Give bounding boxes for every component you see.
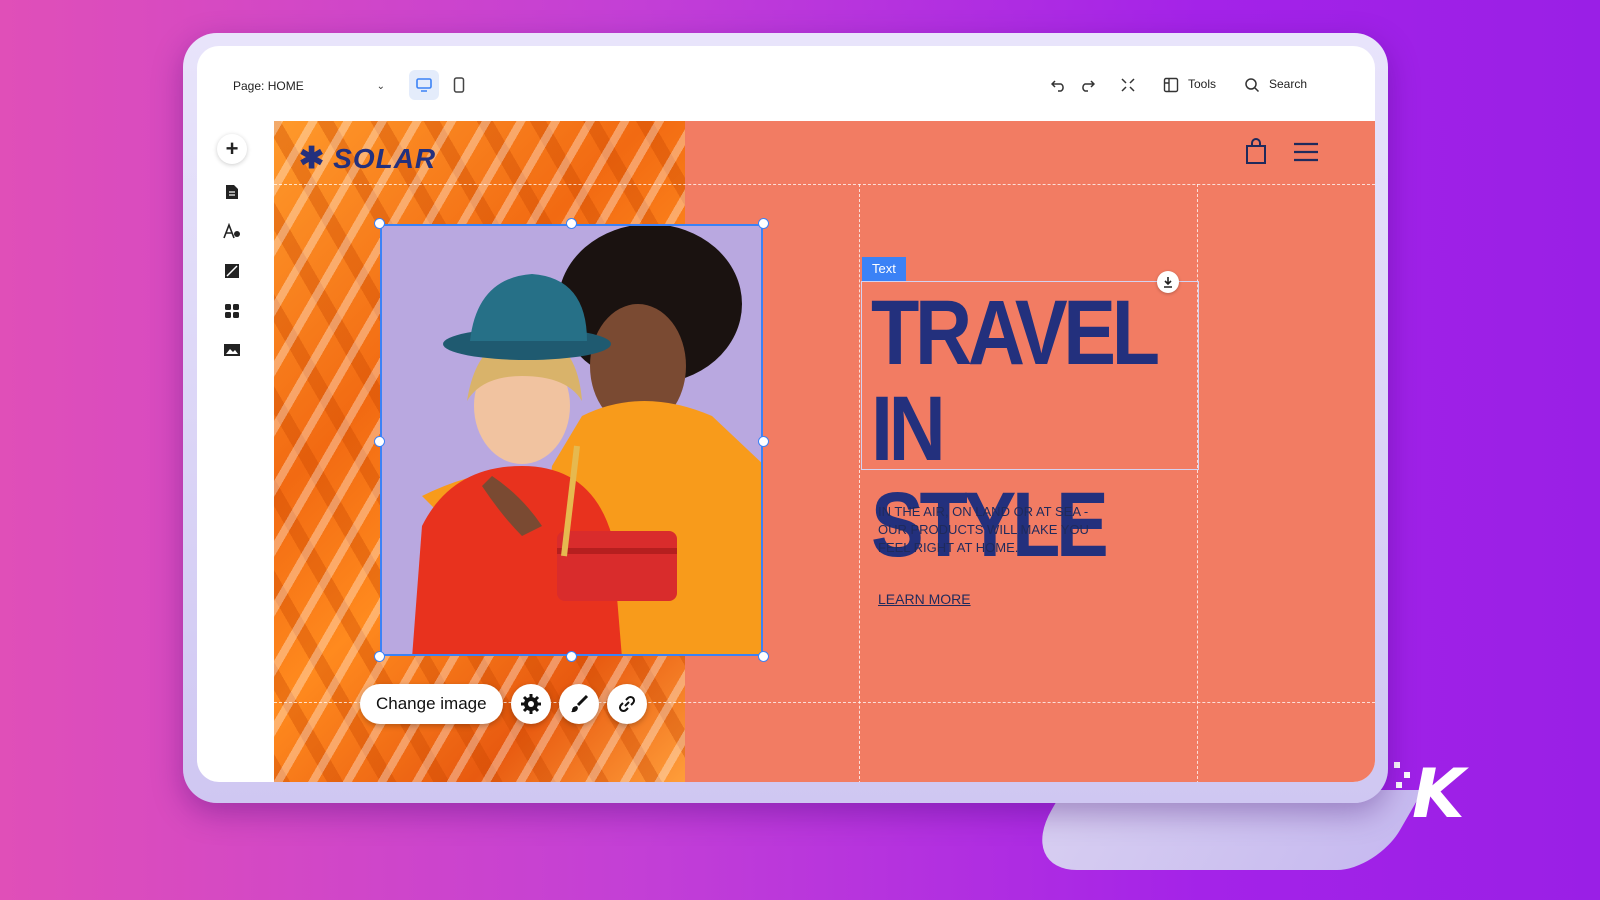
tools-label[interactable]: Tools: [1188, 77, 1216, 91]
resize-handle-ml[interactable]: [374, 436, 385, 447]
site-logo[interactable]: ✱ SOLAR: [299, 141, 436, 176]
models-photo: [382, 226, 761, 654]
logo-text: SOLAR: [333, 142, 437, 174]
search-icon: [1245, 78, 1260, 93]
bag-icon[interactable]: [1244, 137, 1268, 165]
undo-icon: [1051, 80, 1064, 92]
editor-topbar: Page: HOME ⌄ Tools Search: [197, 46, 1375, 122]
search-label[interactable]: Search: [1269, 77, 1307, 91]
desktop-icon: [416, 78, 432, 92]
background-icon: [225, 264, 239, 278]
change-image-button[interactable]: Change image: [360, 684, 503, 724]
body-text[interactable]: IN THE AIR, ON LAND OR AT SEA - OUR PROD…: [878, 503, 1118, 557]
learn-more-link[interactable]: LEARN MORE: [878, 591, 971, 607]
guide-line-col-left: [859, 184, 860, 782]
image-settings-button[interactable]: [510, 684, 551, 724]
link-icon: [618, 695, 635, 713]
apps-icon: [225, 304, 239, 318]
pages-icon: [226, 185, 238, 199]
mobile-view-button[interactable]: [444, 70, 474, 100]
editor-window: Page: HOME ⌄ Tools Search + ✱ SOLAR Chan…: [197, 46, 1375, 782]
add-elements-button[interactable]: +: [217, 134, 247, 164]
fit-screen-button[interactable]: [1117, 74, 1139, 96]
resize-handle-tr[interactable]: [758, 218, 769, 229]
add-icon: +: [225, 136, 239, 161]
theme-button[interactable]: [217, 216, 247, 246]
redo-button[interactable]: [1076, 74, 1098, 96]
site-canvas[interactable]: ✱ SOLAR Change image Text TRAVEL IN STYL…: [274, 121, 1375, 782]
resize-handle-tl[interactable]: [374, 218, 385, 229]
search-button[interactable]: [1241, 74, 1263, 96]
image-toolbar: Change image: [360, 684, 647, 724]
brush-icon: [570, 694, 588, 713]
headline-line-1: TRAVEL: [871, 282, 1160, 384]
mobile-icon: [453, 77, 465, 93]
asterisk-icon: ✱: [299, 142, 326, 175]
page-select-label: Page: HOME: [233, 79, 304, 93]
desktop-view-button[interactable]: [409, 70, 439, 100]
media-icon: [224, 344, 240, 356]
apps-button[interactable]: [217, 296, 247, 326]
pages-button[interactable]: [217, 177, 247, 207]
chevron-down-icon: ⌄: [376, 80, 385, 92]
resize-handle-tc[interactable]: [566, 218, 577, 229]
theme-icon: [223, 223, 240, 239]
redo-icon: [1082, 80, 1095, 92]
guide-line-header: [274, 184, 1375, 185]
image-design-button[interactable]: [558, 684, 599, 724]
fit-screen-icon: [1121, 78, 1135, 92]
image-link-button[interactable]: [606, 684, 647, 724]
gear-icon: [520, 694, 541, 714]
page-select[interactable]: Page: HOME ⌄: [233, 76, 385, 96]
text-element-tag: Text: [862, 257, 906, 281]
download-icon[interactable]: [1157, 271, 1179, 293]
media-button[interactable]: [217, 335, 247, 365]
guide-line-col-right: [1197, 184, 1198, 782]
tools-button[interactable]: [1160, 74, 1182, 96]
menu-icon[interactable]: [1292, 141, 1320, 163]
resize-handle-mr[interactable]: [758, 436, 769, 447]
undo-button[interactable]: [1048, 74, 1070, 96]
tools-icon: [1163, 77, 1179, 93]
watermark-logo: K: [1412, 755, 1465, 834]
resize-handle-bl[interactable]: [374, 651, 385, 662]
resize-handle-bc[interactable]: [566, 651, 577, 662]
selected-image[interactable]: [380, 224, 763, 656]
resize-handle-br[interactable]: [758, 651, 769, 662]
background-button[interactable]: [217, 256, 247, 286]
download-arrow-icon: [1164, 277, 1172, 288]
